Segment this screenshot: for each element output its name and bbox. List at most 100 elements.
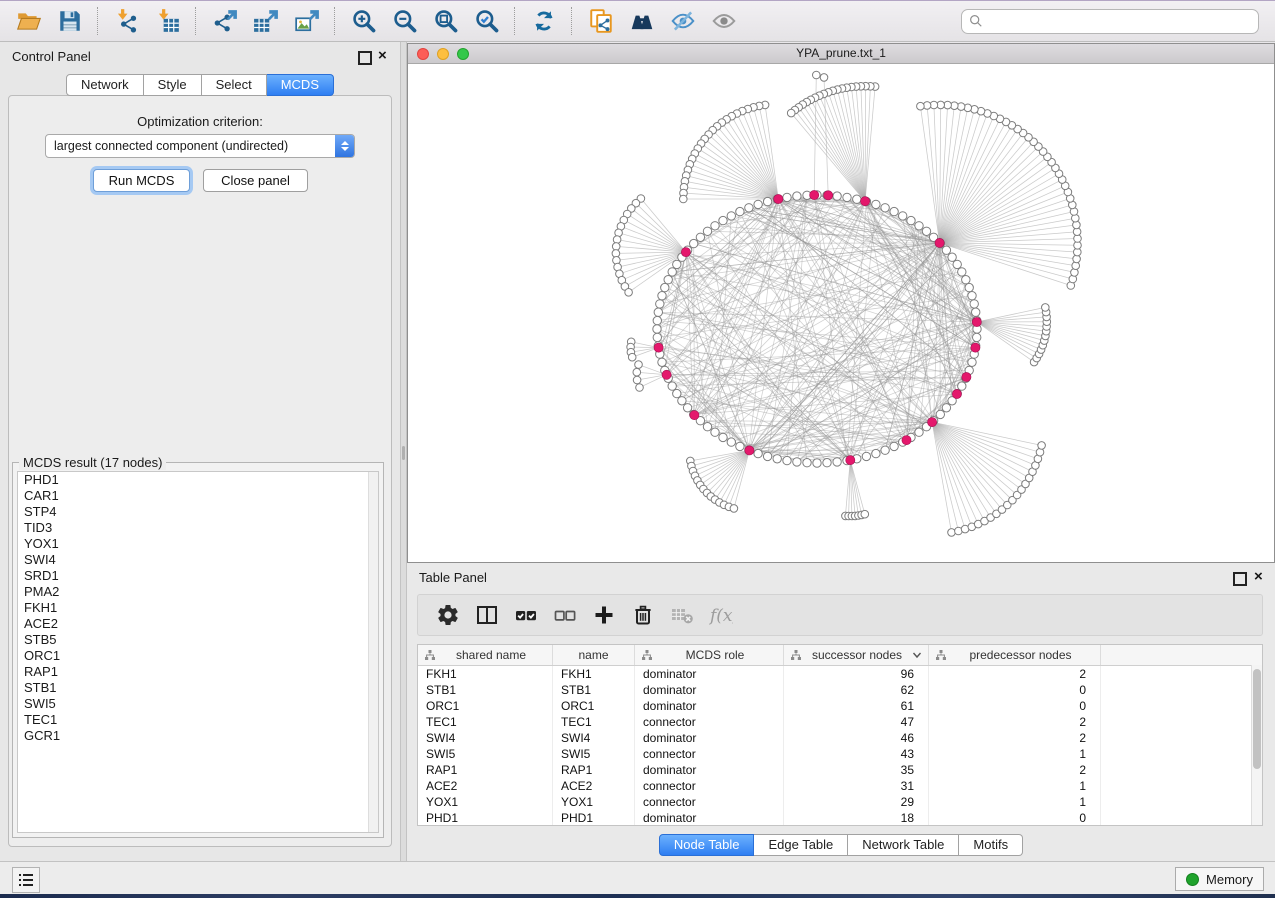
mcds-list-scrollbar[interactable] bbox=[368, 472, 378, 832]
deselect-all-button[interactable] bbox=[545, 598, 584, 632]
export-network-icon bbox=[212, 8, 238, 34]
tab-edge-table[interactable]: Edge Table bbox=[754, 834, 848, 856]
network-window-titlebar[interactable]: YPA_prune.txt_1 bbox=[408, 44, 1274, 64]
show-all-icon bbox=[711, 8, 737, 34]
optimization-criterion-label: Optimization criterion: bbox=[0, 114, 400, 129]
hide-selected-button[interactable] bbox=[662, 4, 703, 38]
mcds-result-item[interactable]: SRD1 bbox=[18, 568, 378, 584]
table-row[interactable]: STB1STB1dominator620 bbox=[418, 682, 1262, 698]
close-panel-button[interactable]: Close panel bbox=[203, 169, 308, 192]
toolbar-separator bbox=[334, 7, 336, 35]
import-network-button[interactable] bbox=[106, 4, 147, 38]
mcds-result-item[interactable]: ORC1 bbox=[18, 648, 378, 664]
criterion-dropdown[interactable]: largest connected component (undirected) bbox=[45, 134, 355, 158]
tab-node-table[interactable]: Node Table bbox=[659, 834, 755, 856]
column-header-filler bbox=[1101, 645, 1262, 665]
delete-table-button[interactable] bbox=[662, 598, 701, 632]
show-all-button[interactable] bbox=[703, 4, 744, 38]
mcds-result-list[interactable]: PHD1CAR1STP4TID3YOX1SWI4SRD1PMA2FKH1ACE2… bbox=[17, 471, 379, 833]
save-button[interactable] bbox=[49, 4, 90, 38]
mcds-result-item[interactable]: STP4 bbox=[18, 504, 378, 520]
panel-splitter[interactable] bbox=[400, 42, 407, 861]
table-scrollbar-thumb[interactable] bbox=[1253, 669, 1261, 769]
table-body: FKH1FKH1dominator962STB1STB1dominator620… bbox=[418, 666, 1262, 826]
search-input[interactable] bbox=[983, 13, 1251, 29]
mcds-result-item[interactable]: SWI5 bbox=[18, 696, 378, 712]
zoom-in-button[interactable] bbox=[343, 4, 384, 38]
table-row[interactable]: YOX1YOX1connector291 bbox=[418, 794, 1262, 810]
tab-network[interactable]: Network bbox=[66, 74, 144, 96]
network-canvas[interactable] bbox=[408, 64, 1274, 563]
mcds-result-item[interactable]: STB5 bbox=[18, 632, 378, 648]
sort-chevron-icon bbox=[912, 651, 922, 659]
float-table-panel-icon[interactable] bbox=[1233, 572, 1247, 586]
table-row[interactable]: SWI5SWI5connector431 bbox=[418, 746, 1262, 762]
desktop-background bbox=[0, 894, 1275, 898]
close-panel-icon[interactable]: × bbox=[378, 49, 387, 63]
tab-motifs[interactable]: Motifs bbox=[959, 834, 1023, 856]
table-row[interactable]: FKH1FKH1dominator962 bbox=[418, 666, 1262, 682]
mcds-result-item[interactable]: GCR1 bbox=[18, 728, 378, 744]
tab-network-table[interactable]: Network Table bbox=[848, 834, 959, 856]
tab-mcds[interactable]: MCDS bbox=[267, 74, 334, 96]
mcds-result-item[interactable]: RAP1 bbox=[18, 664, 378, 680]
table-row[interactable]: TEC1TEC1connector472 bbox=[418, 714, 1262, 730]
open-folder-button[interactable] bbox=[8, 4, 49, 38]
node-table: shared namenameMCDS rolesuccessor nodesp… bbox=[417, 644, 1263, 826]
first-neighbors-icon bbox=[629, 8, 655, 34]
export-image-button[interactable] bbox=[286, 4, 327, 38]
zoom-fit-content-button[interactable] bbox=[425, 4, 466, 38]
mcds-result-item[interactable]: PHD1 bbox=[18, 472, 378, 488]
import-table-button[interactable] bbox=[147, 4, 188, 38]
table-row[interactable]: PHD1PHD1dominator180 bbox=[418, 810, 1262, 826]
zoom-out-button[interactable] bbox=[384, 4, 425, 38]
refresh-button[interactable] bbox=[523, 4, 564, 38]
add-row-button[interactable] bbox=[584, 598, 623, 632]
export-network-button[interactable] bbox=[204, 4, 245, 38]
select-all-button[interactable] bbox=[506, 598, 545, 632]
toolbar-separator bbox=[97, 7, 99, 35]
mcds-result-item[interactable]: ACE2 bbox=[18, 616, 378, 632]
status-bar: Memory bbox=[0, 861, 1275, 895]
close-table-panel-icon[interactable]: × bbox=[1254, 570, 1263, 584]
search-box[interactable] bbox=[961, 9, 1259, 34]
settings-button[interactable] bbox=[428, 598, 467, 632]
table-row[interactable]: ACE2ACE2connector311 bbox=[418, 778, 1262, 794]
table-row[interactable]: SWI4SWI4dominator462 bbox=[418, 730, 1262, 746]
column-header-successor-nodes[interactable]: successor nodes bbox=[784, 645, 929, 665]
memory-button[interactable]: Memory bbox=[1175, 867, 1264, 891]
mcds-result-item[interactable]: STB1 bbox=[18, 680, 378, 696]
mcds-result-item[interactable]: CAR1 bbox=[18, 488, 378, 504]
table-row[interactable]: RAP1RAP1dominator352 bbox=[418, 762, 1262, 778]
table-scrollbar[interactable] bbox=[1251, 665, 1262, 825]
mcds-result-item[interactable]: FKH1 bbox=[18, 600, 378, 616]
column-header-shared-name[interactable]: shared name bbox=[418, 645, 553, 665]
function-button[interactable]: f(x) bbox=[701, 598, 740, 632]
export-table-button[interactable] bbox=[245, 4, 286, 38]
table-row[interactable]: ORC1ORC1dominator610 bbox=[418, 698, 1262, 714]
mcds-result-item[interactable]: YOX1 bbox=[18, 536, 378, 552]
column-header-predecessor-nodes[interactable]: predecessor nodes bbox=[929, 645, 1101, 665]
zoom-selected-button[interactable] bbox=[466, 4, 507, 38]
delete-row-button[interactable] bbox=[623, 598, 662, 632]
mcds-result-item[interactable]: PMA2 bbox=[18, 584, 378, 600]
mcds-result-item[interactable]: TEC1 bbox=[18, 712, 378, 728]
dropdown-stepper-icon bbox=[335, 135, 354, 157]
split-columns-button[interactable] bbox=[467, 598, 506, 632]
task-history-button[interactable] bbox=[12, 867, 40, 893]
mcds-result-item[interactable]: TID3 bbox=[18, 520, 378, 536]
main-toolbar bbox=[0, 1, 1275, 42]
tab-select[interactable]: Select bbox=[202, 74, 267, 96]
table-panel: Table Panel × f(x) shared namenameMCDS r… bbox=[407, 563, 1275, 861]
control-panel-title: Control Panel bbox=[12, 49, 91, 64]
run-mcds-button[interactable]: Run MCDS bbox=[93, 169, 190, 192]
column-header-MCDS-role[interactable]: MCDS role bbox=[635, 645, 784, 665]
tab-style[interactable]: Style bbox=[144, 74, 202, 96]
first-neighbors-button[interactable] bbox=[621, 4, 662, 38]
new-network-from-selection-button[interactable] bbox=[580, 4, 621, 38]
splitter-handle-icon bbox=[402, 446, 405, 460]
mcds-result-item[interactable]: SWI4 bbox=[18, 552, 378, 568]
column-header-name[interactable]: name bbox=[553, 645, 635, 665]
float-window-icon[interactable] bbox=[358, 51, 372, 65]
list-icon bbox=[18, 873, 34, 887]
